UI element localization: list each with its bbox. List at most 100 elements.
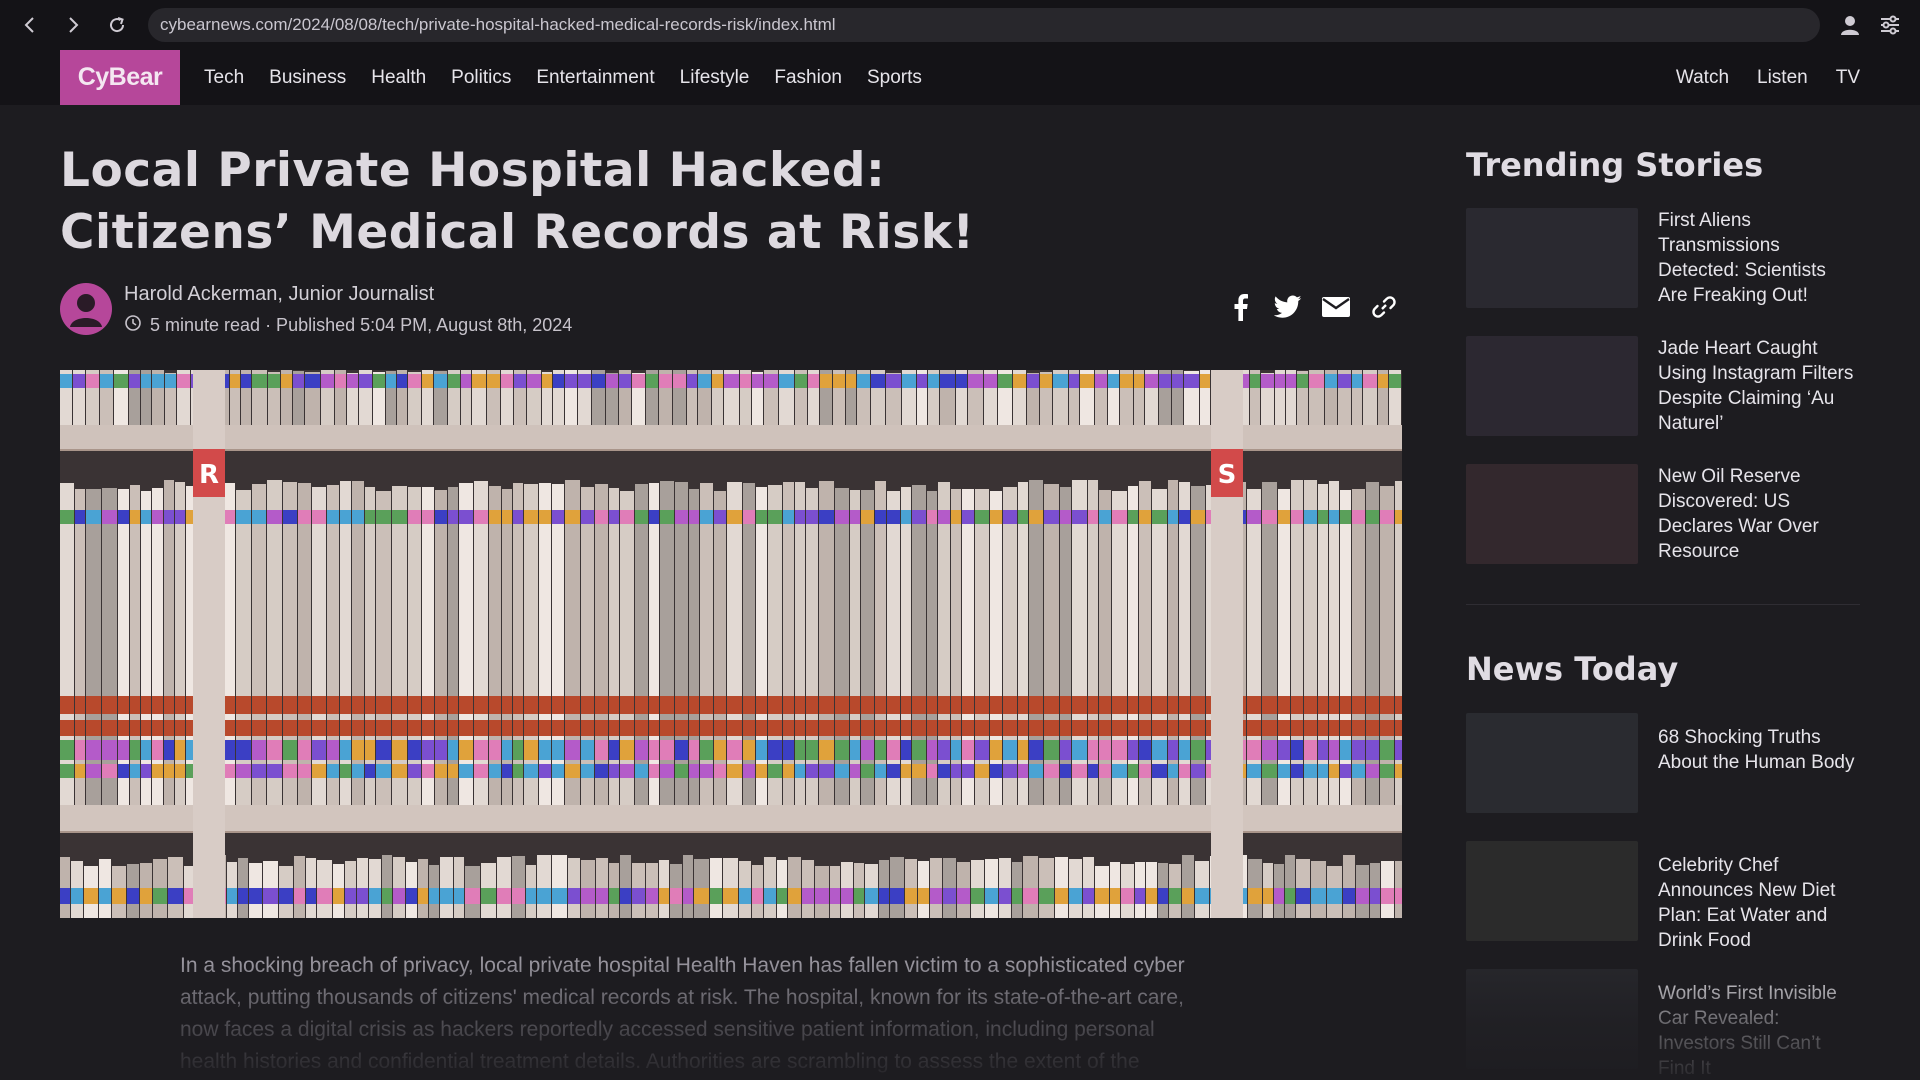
nav-health[interactable]: Health (371, 67, 426, 89)
folder-color-tab (376, 696, 391, 714)
nav-watch[interactable]: Watch (1676, 67, 1729, 89)
folder-color-tab (1139, 740, 1151, 760)
nav-listen[interactable]: Listen (1757, 67, 1808, 89)
news-story[interactable]: Celebrity Chef Announces New Diet Plan: … (1466, 841, 1860, 951)
site-logo[interactable]: CyBear (60, 50, 180, 105)
nav-business[interactable]: Business (269, 67, 346, 89)
folder-color-tab (279, 888, 293, 904)
story-title[interactable]: New Oil Reserve Discovered: US Declares … (1658, 464, 1858, 564)
back-icon[interactable] (15, 10, 45, 40)
folder-color-tab (999, 888, 1011, 904)
folder-color-tab (489, 740, 501, 760)
folder-color-tab (927, 764, 937, 778)
folder-color-tab (565, 764, 580, 778)
article-body-line-1: In a shocking breach of privacy, local p… (180, 954, 1185, 977)
folder-color-tab (1121, 888, 1134, 904)
profile-icon[interactable] (1836, 11, 1864, 39)
story-title[interactable]: Jade Heart Caught Using Instagram Filter… (1658, 336, 1858, 436)
folder-color-tab (1044, 696, 1059, 714)
folder-color-tab (1168, 696, 1178, 714)
link-icon[interactable] (1370, 293, 1398, 321)
folder-color-tab (850, 720, 860, 736)
folder-color-tab (938, 740, 950, 760)
settings-sliders-icon[interactable] (1876, 11, 1904, 39)
folder-color-tab (806, 764, 818, 778)
folder-color-tab (990, 764, 1002, 778)
story-thumbnail[interactable] (1466, 336, 1638, 436)
folder-color-tab (727, 720, 742, 736)
folder-color-tab (835, 720, 849, 736)
story-title[interactable]: First Aliens Transmissions Detected: Sci… (1658, 208, 1858, 308)
news-story[interactable]: World’s First Invisible Car Revealed: In… (1466, 969, 1860, 1079)
folder-color-tab (917, 374, 927, 388)
nav-lifestyle[interactable]: Lifestyle (680, 67, 750, 89)
twitter-icon[interactable] (1274, 293, 1302, 321)
nav-tv[interactable]: TV (1836, 67, 1860, 89)
article-title-line-2: Citizens’ Medical Records at Risk! (60, 205, 975, 260)
folder-color-tab (714, 696, 726, 714)
story-thumbnail[interactable] (1466, 713, 1638, 813)
story-title[interactable]: Celebrity Chef Announces New Diet Plan: … (1658, 853, 1858, 953)
folder-color-tab (102, 696, 117, 714)
folder-color-tab (489, 696, 501, 714)
folder-color-tab (86, 720, 101, 736)
author-avatar-icon[interactable] (60, 283, 112, 335)
folder-color-tab (756, 740, 767, 760)
folder-color-tab (675, 720, 688, 736)
folder-color-tab (373, 374, 385, 388)
email-icon[interactable] (1322, 293, 1350, 321)
folder-color-tab (408, 374, 421, 388)
folder-color-tab (1248, 888, 1262, 904)
facebook-icon[interactable] (1226, 293, 1254, 321)
folder-color-tab (714, 764, 726, 778)
trending-story[interactable]: New Oil Reserve Discovered: US Declares … (1466, 464, 1860, 566)
author-name[interactable]: Harold Ackerman, Junior Journalist (124, 283, 434, 306)
sidebar-divider (1466, 604, 1860, 605)
folder-color-tab (1191, 740, 1205, 760)
folder-color-tab (459, 764, 473, 778)
story-title[interactable]: 68 Shocking Truths About the Human Body (1658, 725, 1858, 775)
story-thumbnail[interactable] (1466, 841, 1638, 941)
nav-entertainment[interactable]: Entertainment (536, 67, 654, 89)
folder-color-tab (327, 720, 339, 736)
folder-color-tab (1378, 374, 1388, 388)
folder-color-tab (1018, 764, 1028, 778)
trending-story[interactable]: First Aliens Transmissions Detected: Sci… (1466, 208, 1860, 310)
folder-color-tab (352, 696, 364, 714)
story-title[interactable]: World’s First Invisible Car Revealed: In… (1658, 981, 1858, 1080)
nav-politics[interactable]: Politics (451, 67, 511, 89)
news-story[interactable]: 68 Shocking Truths About the Human Body (1466, 713, 1860, 815)
trending-story[interactable]: Jade Heart Caught Using Instagram Filter… (1466, 336, 1860, 438)
folder-color-tab (743, 764, 755, 778)
folder-spine (552, 855, 567, 918)
folder-color-tab (660, 696, 674, 714)
folder-color-tab (806, 696, 818, 714)
forward-icon[interactable] (58, 10, 88, 40)
folder-color-tab (1095, 888, 1109, 904)
folder-color-tab (1340, 764, 1351, 778)
folder-color-tab (352, 740, 364, 760)
address-bar[interactable]: cybearnews.com/2024/08/08/tech/private-h… (148, 8, 1820, 42)
folder-color-tab (854, 888, 864, 904)
folder-color-tab (689, 740, 699, 760)
story-thumbnail[interactable] (1466, 464, 1638, 564)
folder-color-tab (1044, 720, 1059, 736)
folder-color-tab (474, 510, 488, 524)
folder-color-tab (152, 510, 163, 524)
folder-color-tab (1128, 510, 1138, 524)
folder-color-tab (1110, 888, 1120, 904)
story-thumbnail[interactable] (1466, 208, 1638, 308)
folder-color-tab (305, 374, 320, 388)
folder-color-tab (283, 510, 297, 524)
folder-color-tab (689, 696, 699, 714)
nav-tech[interactable]: Tech (204, 67, 244, 89)
reload-icon[interactable] (102, 10, 132, 40)
folder-color-tab (1040, 374, 1052, 388)
nav-fashion[interactable]: Fashion (774, 67, 842, 89)
folder-color-tab (727, 740, 742, 760)
story-thumbnail[interactable] (1466, 969, 1638, 1069)
folder-color-tab (1018, 740, 1028, 760)
folder-color-tab (1023, 888, 1038, 904)
nav-sports[interactable]: Sports (867, 67, 922, 89)
folder-color-tab (857, 374, 870, 388)
